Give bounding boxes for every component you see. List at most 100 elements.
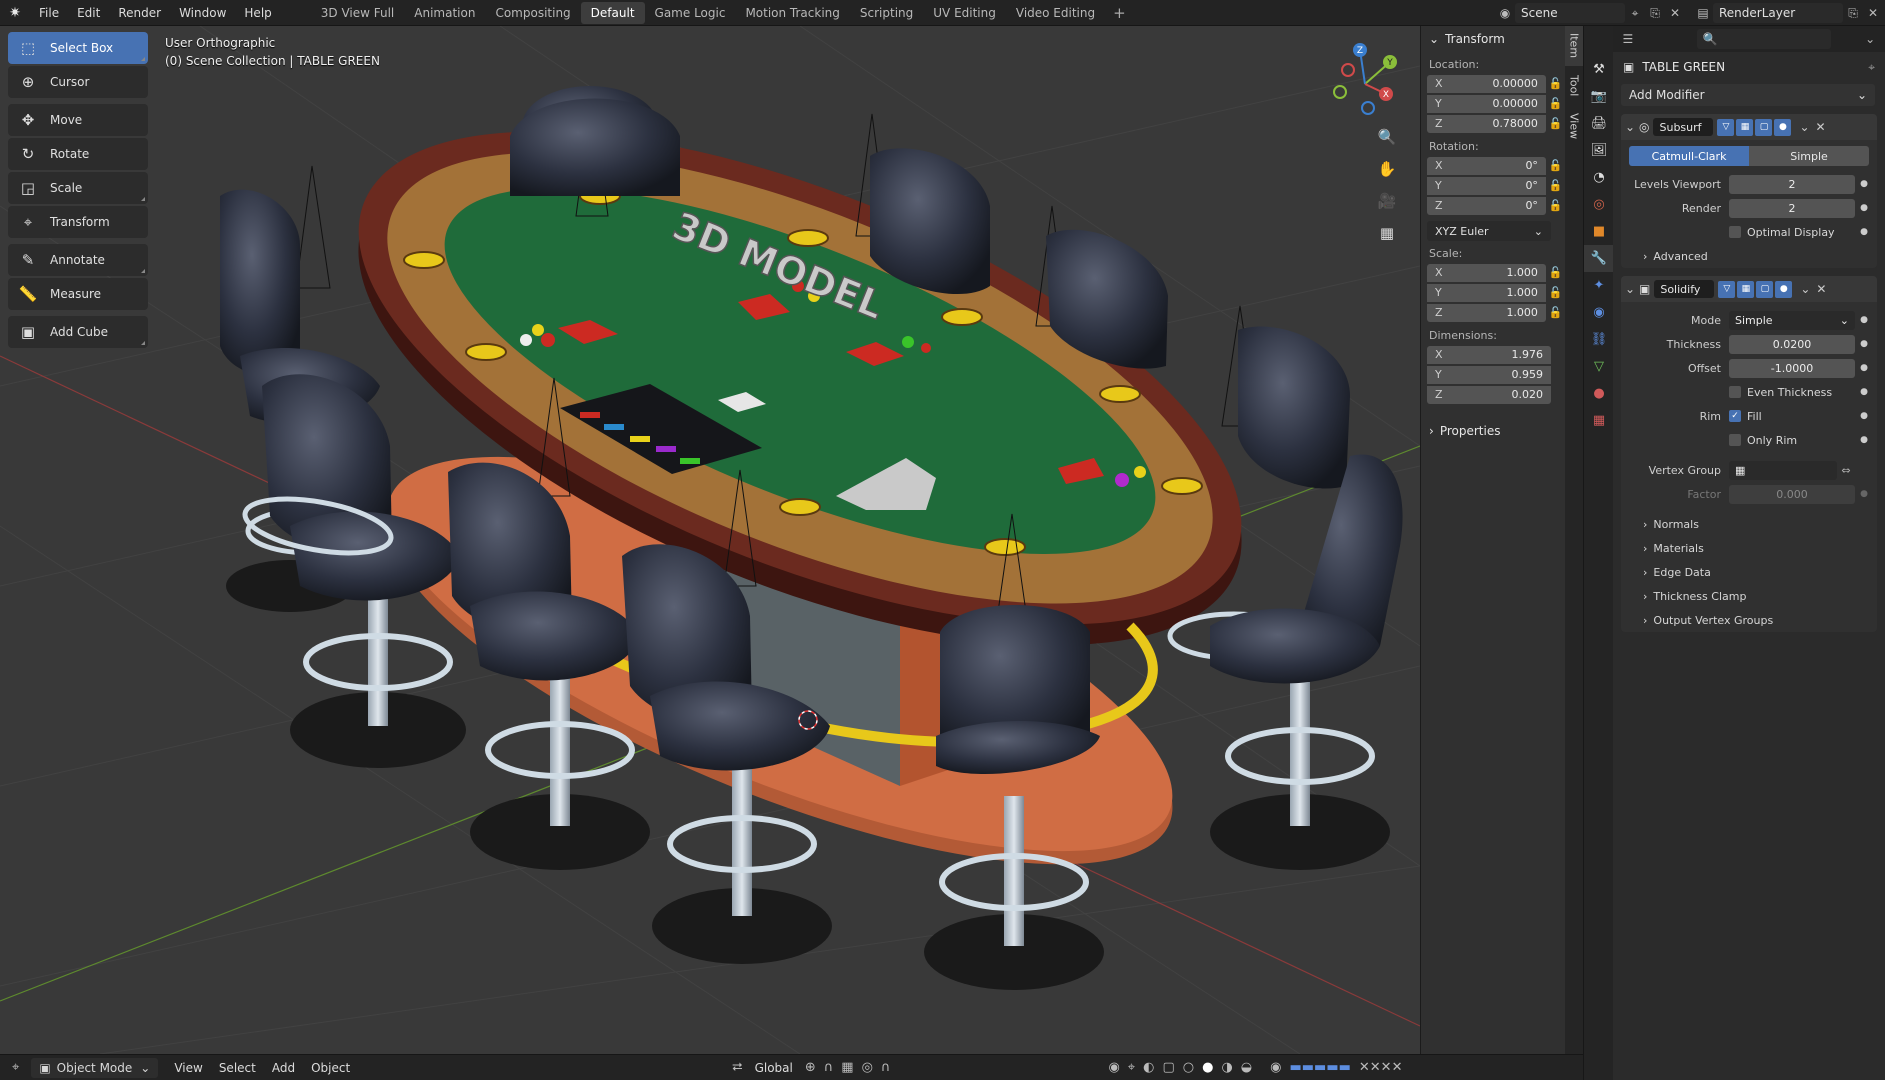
materials-subpanel[interactable]: › Materials [1621,536,1877,560]
menu-window[interactable]: Window [170,6,235,20]
tool-scale[interactable]: ◲ Scale [8,172,148,204]
rotation-z-field[interactable]: Z 0° [1427,196,1546,215]
orientation-dropdown[interactable]: Global [747,1061,801,1075]
modifier-wrench-icon[interactable]: 🔧 [1584,245,1614,272]
object-icon[interactable]: ■ [1584,218,1614,245]
scale-y-field[interactable]: Y 1.000 [1427,283,1546,302]
tool-transform[interactable]: ⌖ Transform [8,206,148,238]
pin-icon[interactable]: ⌖ [1868,60,1875,75]
thickness-field[interactable]: 0.0200 [1729,334,1855,354]
lock-icon[interactable]: 🔓 [1546,179,1565,192]
rotation-y-field[interactable]: Y 0° [1427,176,1546,195]
simple-button[interactable]: Simple [1749,146,1869,166]
lock-icon[interactable]: 🔓 [1546,159,1565,172]
chevron-down-icon[interactable]: ⌄ [1861,29,1879,49]
tab-default[interactable]: Default [580,1,645,24]
transform-header[interactable]: ⌄ Transform [1421,26,1565,52]
overlays-icon[interactable]: ◐ [1139,1060,1158,1075]
dimensions-y-field[interactable]: Y 0.959 [1427,365,1551,384]
keyframe-dot-icon[interactable]: ● [1855,203,1873,213]
new-layer-icon[interactable]: ⎘ [1843,3,1863,23]
properties-search-field[interactable]: 🔍 [1696,29,1832,49]
pan-hand-icon[interactable]: ✋ [1372,154,1402,184]
render-camera-icon[interactable]: ● [1774,118,1792,136]
constraints-icon[interactable]: ⛓ [1584,326,1614,353]
edit-mode-icon[interactable]: ▽ [1718,280,1736,298]
view-layer-icon[interactable]: 🖼 [1584,137,1614,164]
scene-props-icon[interactable]: ◔ [1584,164,1614,191]
rotation-x-field[interactable]: X 0° [1427,156,1546,175]
factor-field[interactable]: 0.000 [1729,484,1855,504]
editor-type-icon[interactable]: ☰ [1619,29,1637,49]
zoom-icon[interactable]: 🔍 [1372,122,1402,152]
menu-edit[interactable]: Edit [68,6,109,20]
tab-game-logic[interactable]: Game Logic [645,2,736,24]
catmull-clark-button[interactable]: Catmull-Clark [1629,146,1749,166]
delete-scene-icon[interactable]: ✕ [1665,3,1685,23]
advanced-subpanel[interactable]: › Advanced [1621,244,1877,268]
even-thickness-checkbox[interactable]: Even Thickness [1729,386,1855,399]
tool-cursor[interactable]: ⊕ Cursor [8,66,148,98]
tab-item[interactable]: Item [1565,26,1583,66]
lock-icon[interactable]: 🔓 [1546,117,1565,130]
tool-rotate[interactable]: ↻ Rotate [8,138,148,170]
render-layer-field[interactable]: RenderLayer [1713,3,1843,23]
tab-compositing[interactable]: Compositing [485,2,580,24]
menu-object[interactable]: Object [303,1061,358,1075]
add-workspace-icon[interactable]: + [1105,4,1134,22]
eye-visibility-icon[interactable]: ◉ [1266,1060,1285,1075]
lock-icon[interactable]: 🔓 [1546,286,1565,299]
xray-icon[interactable]: ▢ [1158,1060,1178,1075]
3d-viewport[interactable]: 3D MODEL User Orthographic (0) Scene Col… [0,26,1420,1054]
menu-render[interactable]: Render [109,6,170,20]
tab-video-editing[interactable]: Video Editing [1006,2,1105,24]
keyframe-dot-icon[interactable]: ● [1855,179,1873,189]
tool-settings-icon[interactable]: ⚒ [1584,56,1614,83]
render-levels-field[interactable]: 2 [1729,198,1855,218]
particles-icon[interactable]: ✦ [1584,272,1614,299]
menu-help[interactable]: Help [235,6,280,20]
tab-scripting[interactable]: Scripting [850,2,923,24]
chevron-down-icon[interactable]: ⌄ [1799,120,1809,134]
physics-icon[interactable]: ◉ [1584,299,1614,326]
data-mesh-icon[interactable]: ▽ [1584,353,1614,380]
rendered-shading-icon[interactable]: ◒ [1237,1060,1256,1075]
dimensions-x-field[interactable]: X 1.976 [1427,345,1551,364]
subsurf-name-field[interactable]: Subsurf [1653,118,1714,136]
output-icon[interactable]: 🖨 [1584,110,1614,137]
material-preview-icon[interactable]: ◑ [1217,1060,1236,1075]
tab-uv-editing[interactable]: UV Editing [923,2,1006,24]
chevron-down-icon[interactable]: ⌄ [1625,282,1639,296]
subsurf-header[interactable]: ⌄ ◎ Subsurf ▽ ▦ ▢ ● ⌄ ✕ [1621,114,1877,140]
lock-icon[interactable]: 🔓 [1546,199,1565,212]
navigation-gizmo[interactable]: Y Z X [1320,34,1410,124]
only-rim-checkbox[interactable]: Only Rim [1729,434,1855,447]
output-vertex-groups-subpanel[interactable]: › Output Vertex Groups [1621,608,1877,632]
keyframe-dot-icon[interactable]: ● [1855,435,1873,445]
solidify-name-field[interactable]: Solidify [1654,280,1715,298]
vertex-group-field[interactable]: ▦ [1729,460,1837,480]
cage-icon[interactable]: ▦ [1737,280,1755,298]
tool-move[interactable]: ✥ Move [8,104,148,136]
lock-icon[interactable]: 🔓 [1546,77,1565,90]
rotation-mode-dropdown[interactable]: XYZ Euler ⌄ [1427,221,1551,241]
proportional-edit-icon[interactable]: ◎ [858,1060,877,1075]
mode-dropdown[interactable]: Simple ⌄ [1729,310,1855,330]
properties-subpanel-header[interactable]: › Properties [1421,418,1565,444]
keyframe-dot-icon[interactable]: ● [1855,315,1873,325]
close-icon[interactable]: ✕ [1816,282,1826,296]
tool-select-box[interactable]: ⬚ Select Box [8,32,148,64]
close-toggles-icon[interactable]: ✕✕✕✕ [1355,1060,1407,1075]
viewport-display-icon[interactable]: ▢ [1756,280,1774,298]
keyframe-dot-icon[interactable]: ● [1855,339,1873,349]
scale-z-field[interactable]: Z 1.000 [1427,303,1546,322]
tool-measure[interactable]: 📏 Measure [8,278,148,310]
keyframe-dot-icon[interactable]: ● [1855,489,1873,499]
pivot-point-icon[interactable]: ⊕ [801,1060,820,1075]
cage-icon[interactable]: ▦ [1736,118,1754,136]
tool-annotate[interactable]: ✎ Annotate [8,244,148,276]
snap-increment-icon[interactable]: ▦ [837,1060,857,1075]
object-mode-dropdown[interactable]: ▣ Object Mode ⌄ [31,1057,159,1078]
render-camera-icon[interactable]: ● [1775,280,1793,298]
lock-icon[interactable]: 🔓 [1546,266,1565,279]
